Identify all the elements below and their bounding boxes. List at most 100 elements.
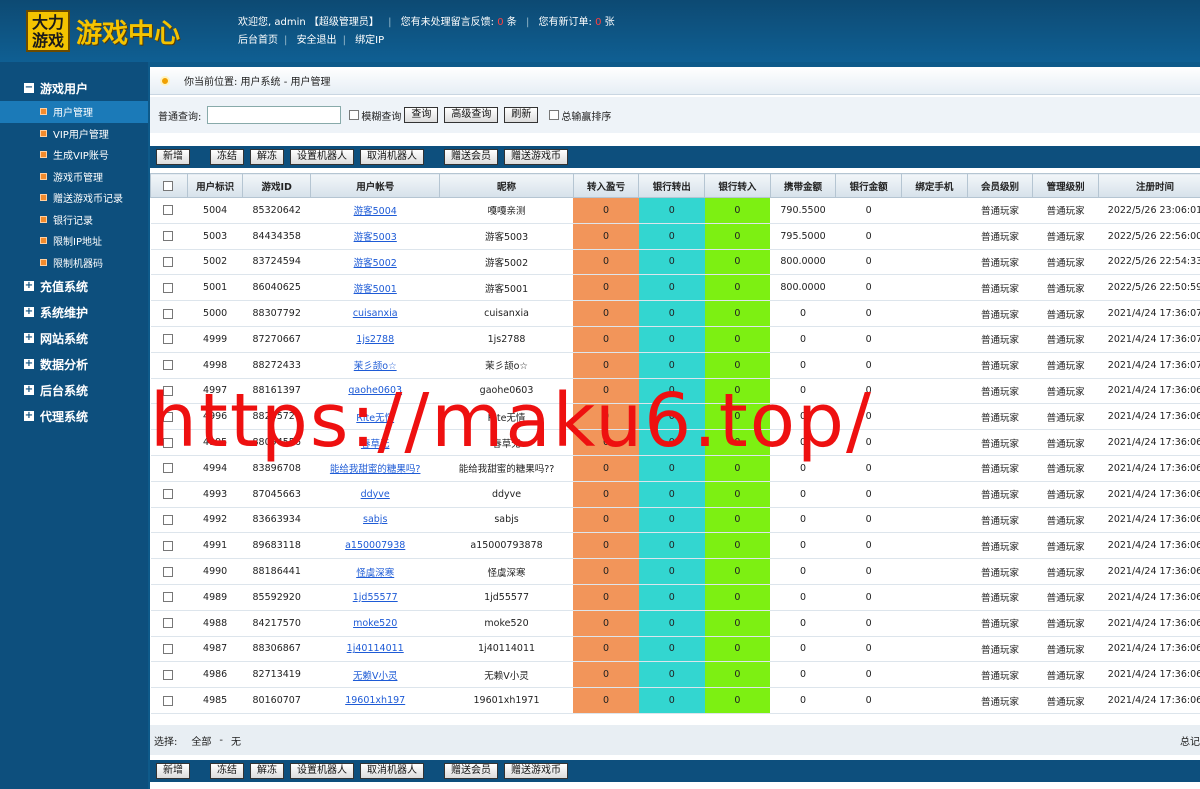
col-header[interactable]: 银行转入	[704, 173, 771, 198]
col-header[interactable]: 昵称	[439, 173, 574, 198]
col-header[interactable]: 携带金额	[769, 173, 837, 198]
link-logout[interactable]: 安全退出	[297, 35, 337, 46]
table-row[interactable]: 4987 88306867 1j40114011 1j40114011 0 0 0 0 0 普通玩…	[150, 636, 1200, 663]
row-select[interactable]	[150, 455, 188, 482]
row-select[interactable]	[150, 532, 188, 560]
select-none-link[interactable]: 无	[231, 733, 241, 748]
unfreeze-button[interactable]: 解冻	[250, 763, 284, 779]
row-checkbox[interactable]	[162, 695, 173, 706]
row-select[interactable]	[150, 584, 188, 611]
row-select[interactable]	[150, 352, 188, 379]
table-row[interactable]: 4994 83896708 能给我甜蜜的糖果吗? 能给我甜蜜的糖果吗?? 0 0 0 0 0 普通…	[150, 455, 1200, 482]
sidebar-item-user-manage[interactable]: 用户管理	[0, 101, 148, 123]
row-checkbox[interactable]	[162, 360, 173, 371]
table-row[interactable]: 5004 85320642 游客5004 嘎嘎亲测 0 0 0 790.5500 0 普通玩家 普通…	[150, 197, 1200, 224]
row-select[interactable]	[150, 249, 188, 276]
row-select[interactable]	[150, 507, 188, 534]
sidebar-group-agent[interactable]: + 代理系统	[0, 403, 148, 429]
freeze-button[interactable]: 冻结	[210, 149, 244, 165]
table-row[interactable]: 4998 88272433 茉彡颉o☆ 茉彡颉o☆ 0 0 0 0 0 普通玩家 普通玩家 2021/…	[150, 352, 1200, 379]
row-checkbox[interactable]	[162, 566, 173, 577]
table-row[interactable]: 4986 82713419 无赖V小灵 无赖V小灵 0 0 0 0 0 普通玩家 普通玩家 2021/…	[150, 661, 1200, 689]
row-checkbox[interactable]	[162, 489, 173, 500]
row-checkbox[interactable]	[162, 411, 173, 422]
row-select[interactable]	[150, 636, 188, 663]
row-select[interactable]	[150, 610, 188, 637]
account-link[interactable]: 无赖V小灵	[353, 671, 398, 682]
row-checkbox[interactable]	[162, 385, 173, 396]
sidebar-group-recharge[interactable]: + 充值系统	[0, 273, 148, 299]
account-link[interactable]: 游客5001	[354, 284, 397, 295]
row-checkbox[interactable]	[162, 618, 173, 629]
sidebar-item-gift-record[interactable]: 赠送游戏币记录	[0, 187, 148, 209]
row-select[interactable]	[150, 661, 188, 689]
table-row[interactable]: 4992 83663934 sabjs sabjs 0 0 0 0 0 普通玩家 普通玩家 2021/…	[150, 507, 1200, 534]
gift-member-button[interactable]: 赠送会员	[444, 763, 498, 779]
set-robot-button[interactable]: 设置机器人	[290, 149, 354, 165]
col-header[interactable]: 注册时间	[1097, 173, 1200, 198]
sidebar-group-analytics[interactable]: + 数据分析	[0, 351, 148, 377]
account-link[interactable]: 1j40114011	[347, 643, 404, 654]
account-link[interactable]: cuisanxia	[353, 308, 398, 319]
row-select[interactable]	[150, 403, 188, 431]
account-link[interactable]: 游客5003	[354, 232, 397, 243]
table-row[interactable]: 5001 86040625 游客5001 游客5001 0 0 0 800.0000 0 普通玩家…	[150, 274, 1200, 302]
col-header[interactable]: 游戏ID	[242, 173, 312, 198]
col-header[interactable]: 管理级别	[1032, 173, 1099, 198]
account-link[interactable]: 1js2788	[356, 334, 394, 345]
row-select[interactable]	[150, 223, 188, 250]
row-checkbox[interactable]	[162, 334, 173, 345]
feedback-count[interactable]: 0	[497, 17, 503, 28]
row-select[interactable]	[150, 378, 188, 405]
row-checkbox[interactable]	[162, 205, 173, 216]
row-select[interactable]	[150, 197, 188, 224]
col-header[interactable]: 转入盈亏	[572, 173, 640, 198]
sidebar-item-coin-manage[interactable]: 游戏币管理	[0, 166, 148, 188]
sidebar-group-game-users[interactable]: − 游戏用户	[0, 75, 148, 101]
account-link[interactable]: 1jd55577	[353, 592, 398, 603]
sidebar-group-backend[interactable]: + 后台系统	[0, 377, 148, 403]
row-checkbox[interactable]	[162, 643, 173, 654]
table-row[interactable]: 4985 80160707 19601xh197 19601xh1971 0 0 0 0 0 普通…	[150, 687, 1200, 714]
sidebar-item-limit-ip[interactable]: 限制IP地址	[0, 230, 148, 252]
unfreeze-button[interactable]: 解冻	[250, 149, 284, 165]
account-link[interactable]: sabjs	[363, 514, 387, 525]
select-all-header[interactable]	[150, 173, 188, 198]
link-home[interactable]: 后台首页	[238, 35, 278, 46]
table-row[interactable]: 4988 84217570 moke520 moke520 0 0 0 0 0 普通玩家 普通玩家 2…	[150, 610, 1200, 637]
table-row[interactable]: 4995 88094556 春草无 春草无 0 0 0 0 0 普通玩家 普通玩家 2021/4/24…	[150, 429, 1200, 456]
row-checkbox[interactable]	[162, 463, 173, 474]
add-button[interactable]: 新增	[156, 763, 190, 779]
table-row[interactable]: 4991 89683118 a150007938 a15000793878 0 0 0 0 0 普…	[150, 532, 1200, 560]
search-input[interactable]	[207, 106, 342, 124]
table-row[interactable]: 5003 84434358 游客5003 游客5003 0 0 0 795.5000 0 普通玩家…	[150, 223, 1200, 250]
col-header[interactable]: 用户帐号	[310, 173, 441, 198]
orders-count[interactable]: 0	[595, 17, 601, 28]
col-header[interactable]: 银行转出	[638, 173, 706, 198]
table-row[interactable]: 4999 87270667 1js2788 1js2788 0 0 0 0 0 普通玩家 普通玩家 2…	[150, 326, 1200, 353]
refresh-button[interactable]: 刷新	[504, 107, 539, 123]
table-row[interactable]: 4997 88161397 gaohe0603 gaohe0603 0 0 0 0 0 普通玩家普…	[150, 378, 1200, 405]
sort-checkbox[interactable]	[549, 110, 560, 120]
row-select[interactable]	[150, 326, 188, 353]
sidebar-group-maintenance[interactable]: + 系统维护	[0, 299, 148, 325]
set-robot-button[interactable]: 设置机器人	[290, 763, 354, 779]
account-link[interactable]: gaohe0603	[348, 385, 402, 396]
row-select[interactable]	[150, 558, 188, 585]
account-link[interactable]: moke520	[353, 618, 397, 629]
table-row[interactable]: 4996 88285726 Rite无情 Rite无情 0 0 0 0 0 普通玩家 普通玩家 202…	[150, 403, 1200, 431]
account-link[interactable]: 怪虞深寒	[356, 568, 394, 579]
select-all-link[interactable]: 全部	[191, 733, 211, 748]
cancel-robot-button[interactable]: 取消机器人	[360, 763, 424, 779]
row-checkbox[interactable]	[162, 256, 173, 267]
fuzzy-checkbox[interactable]	[349, 110, 360, 120]
row-checkbox[interactable]	[162, 540, 173, 551]
col-header[interactable]: 会员级别	[966, 173, 1034, 198]
row-select[interactable]	[150, 481, 188, 508]
account-link[interactable]: ddyve	[361, 489, 390, 500]
row-checkbox[interactable]	[162, 437, 173, 448]
col-header[interactable]: 银行金额	[835, 173, 903, 198]
col-header[interactable]: 用户标识	[186, 173, 244, 198]
row-select[interactable]	[150, 300, 188, 327]
row-select[interactable]	[150, 274, 188, 302]
